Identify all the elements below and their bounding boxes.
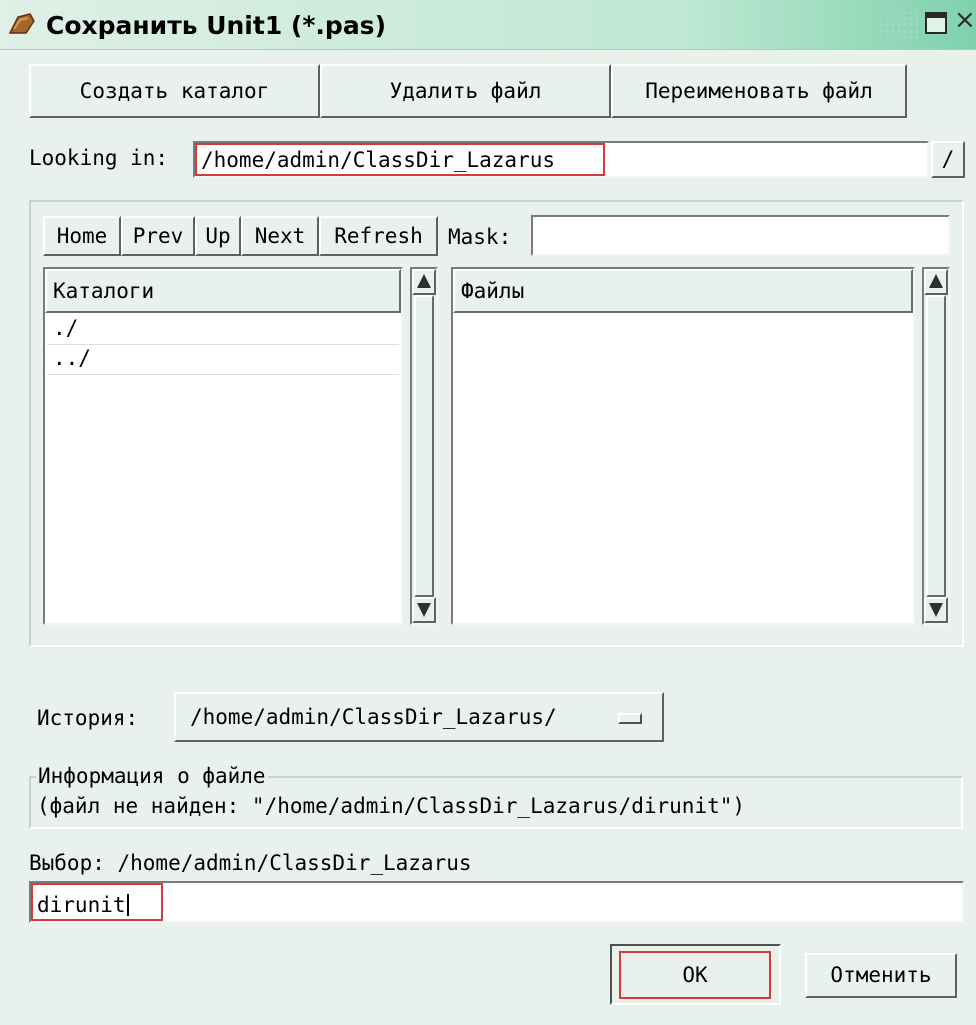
mask-input[interactable] <box>531 215 950 256</box>
titlebar-grip <box>878 10 918 40</box>
close-icon[interactable]: × <box>954 5 976 35</box>
dirs-header[interactable]: Каталоги <box>45 269 401 313</box>
selection-label: Выбор: /home/admin/ClassDir_Lazarus <box>29 851 472 875</box>
ok-button[interactable]: OK <box>619 951 771 999</box>
arrow-down-icon <box>417 603 431 617</box>
dirs-scroll-thumb[interactable] <box>414 295 434 597</box>
looking-in-label: Looking in: <box>29 146 169 170</box>
maximize-icon[interactable] <box>925 12 947 34</box>
filename-input[interactable]: dirunit <box>29 881 964 923</box>
title-bar[interactable]: Сохранить Unit1 (*.pas) × <box>0 0 976 50</box>
looking-in-input[interactable]: /home/admin/ClassDir_Lazarus <box>193 141 929 178</box>
files-header[interactable]: Файлы <box>453 269 913 313</box>
create-dir-button[interactable]: Создать каталог <box>29 64 320 118</box>
files-scroll-up-button[interactable] <box>924 269 948 295</box>
folder-brush-icon <box>8 13 35 34</box>
history-dropdown[interactable]: /home/admin/ClassDir_Lazarus/ <box>174 692 664 742</box>
dirs-scroll-up-button[interactable] <box>412 269 436 295</box>
rename-file-button[interactable]: Переименовать файл <box>611 64 907 118</box>
history-value: /home/admin/ClassDir_Lazarus/ <box>190 704 557 729</box>
filename-value: dirunit <box>31 883 163 921</box>
history-label: История: <box>37 706 139 730</box>
home-button[interactable]: Home <box>43 216 121 256</box>
arrow-up-icon <box>929 274 943 288</box>
prev-button[interactable]: Prev <box>121 216 195 256</box>
dir-item[interactable]: ../ <box>47 345 399 375</box>
looking-in-value: /home/admin/ClassDir_Lazarus <box>195 143 605 176</box>
refresh-button[interactable]: Refresh <box>319 216 438 256</box>
files-scroll-down-button[interactable] <box>924 597 948 623</box>
files-scrollbar[interactable] <box>922 267 950 625</box>
dirs-scroll-down-button[interactable] <box>412 597 436 623</box>
looking-in-browse-button[interactable]: / <box>931 141 965 178</box>
dropdown-indicator-icon <box>618 713 642 724</box>
next-button[interactable]: Next <box>241 216 319 256</box>
dirs-scrollbar[interactable] <box>410 267 438 625</box>
dir-item[interactable]: ./ <box>47 315 399 345</box>
cancel-button[interactable]: Отменить <box>805 953 957 998</box>
window-title: Сохранить Unit1 (*.pas) <box>46 11 386 40</box>
arrow-up-icon <box>417 274 431 288</box>
delete-file-button[interactable]: Удалить файл <box>320 64 611 118</box>
file-info-text: (файл не найден: "/home/admin/ClassDir_L… <box>37 794 746 818</box>
arrow-down-icon <box>929 603 943 617</box>
up-button[interactable]: Up <box>195 216 241 256</box>
mask-label: Mask: <box>448 225 512 249</box>
files-list[interactable]: Файлы <box>451 267 915 625</box>
file-info-legend: Информация о файле <box>36 764 268 788</box>
dirs-list[interactable]: Каталоги ./ ../ <box>43 267 403 625</box>
files-scroll-thumb[interactable] <box>926 295 946 597</box>
